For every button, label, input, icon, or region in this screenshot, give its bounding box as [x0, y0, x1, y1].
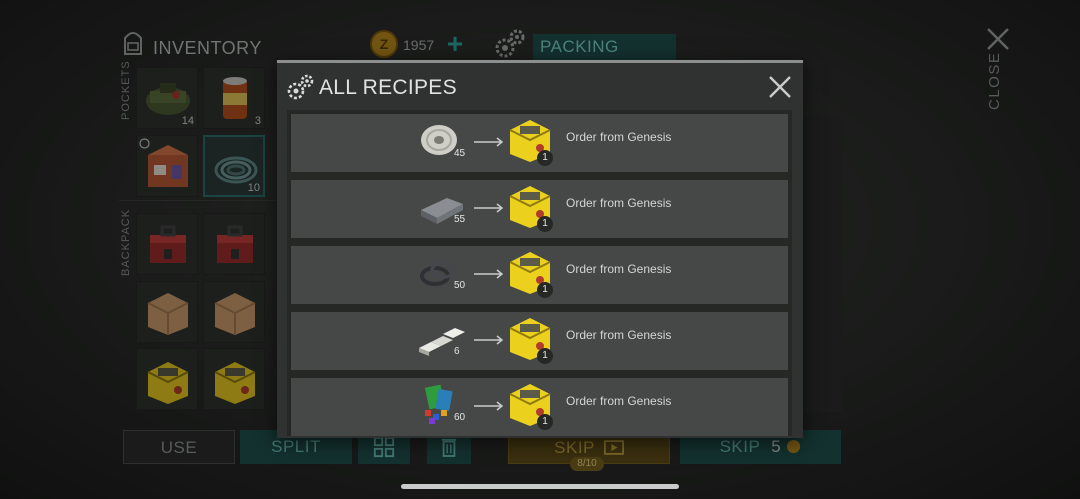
- recipe-name: Order from Genesis: [566, 130, 672, 144]
- result-count: 1: [537, 348, 553, 364]
- recipe-row[interactable]: 6 1 Order from Genesis: [291, 312, 788, 370]
- ingredient-count: 60: [454, 412, 466, 423]
- recipe-name: Order from Genesis: [566, 394, 672, 408]
- arrow-right-icon: [474, 269, 504, 279]
- ingredient-count: 50: [454, 280, 466, 291]
- recipe-name: Order from Genesis: [566, 262, 672, 276]
- recipe-row[interactable]: 50 1 Order from Genesis: [291, 246, 788, 304]
- recipe-name: Order from Genesis: [566, 328, 672, 342]
- home-indicator[interactable]: [401, 484, 679, 489]
- ingredient-count: 45: [454, 148, 466, 159]
- arrow-right-icon: [474, 335, 504, 345]
- close-icon[interactable]: [768, 75, 792, 99]
- recipe-row[interactable]: 60 1 Order from Genesis: [291, 378, 788, 436]
- recipe-list: 45 1 Order from Genesis 55 1 Order from …: [287, 110, 792, 436]
- result-count: 1: [537, 216, 553, 232]
- gears-icon: [287, 74, 314, 100]
- result-count: 1: [537, 414, 553, 430]
- modal-title: ALL RECIPES: [319, 76, 457, 99]
- ingredient-count: 55: [454, 214, 466, 225]
- result-count: 1: [537, 150, 553, 166]
- recipe-row[interactable]: 55 1 Order from Genesis: [291, 180, 788, 238]
- ingredient-count: 6: [454, 346, 460, 357]
- arrow-right-icon: [474, 203, 504, 213]
- all-recipes-modal: ALL RECIPES 45 1 Order from Genesis 55 1…: [277, 60, 803, 438]
- arrow-right-icon: [474, 401, 504, 411]
- recipe-name: Order from Genesis: [566, 196, 672, 210]
- arrow-right-icon: [474, 137, 504, 147]
- result-count: 1: [537, 282, 553, 298]
- recipe-row[interactable]: 45 1 Order from Genesis: [291, 114, 788, 172]
